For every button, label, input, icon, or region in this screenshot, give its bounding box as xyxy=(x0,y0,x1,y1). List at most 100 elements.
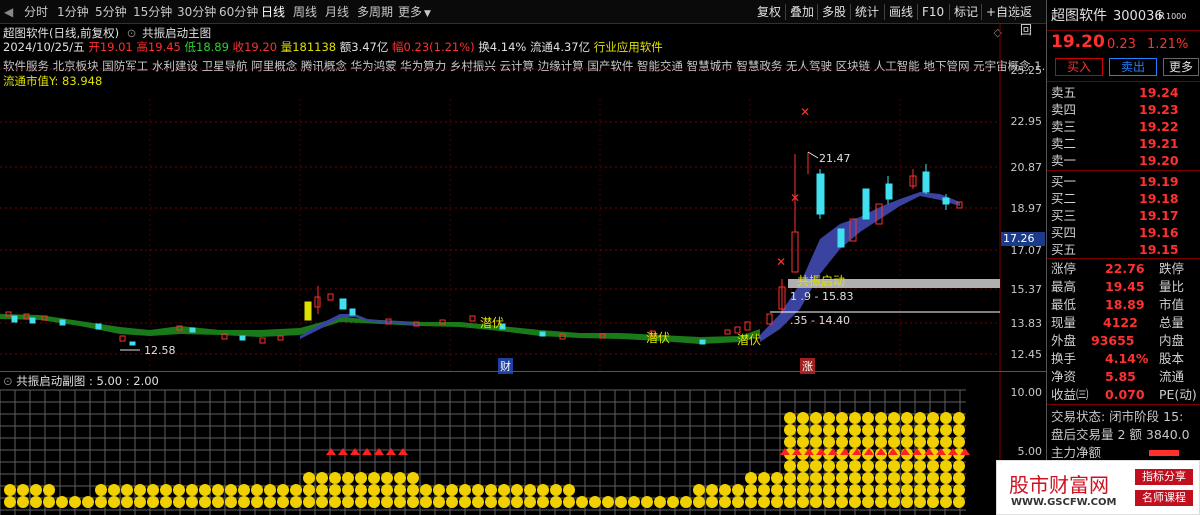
more-dropdown-icon[interactable]: ▼ xyxy=(424,6,431,22)
stat-row-label: 最低 xyxy=(1051,297,1077,312)
ask-row[interactable]: 卖三 19.22 xyxy=(1051,118,1197,135)
stat-row-label2: 总量 xyxy=(1159,315,1185,330)
price-axis-label: 20.87 xyxy=(1010,161,1043,174)
multi-stock-button[interactable]: 多股 xyxy=(819,3,849,21)
stat-row-label: 收益㈢ xyxy=(1051,387,1089,402)
stat-row-label2: 内盘 xyxy=(1159,333,1185,348)
ask-row[interactable]: 卖四 19.23 xyxy=(1051,101,1197,118)
overlay-button[interactable]: 叠加 xyxy=(787,3,817,21)
stat-row[interactable]: 现量 4122 总量 xyxy=(1051,314,1197,331)
stat-row[interactable]: 换手 4.14% 股本 xyxy=(1051,350,1197,367)
sell-button[interactable]: 卖出 xyxy=(1109,58,1157,76)
period-tab-monthly[interactable]: 月线 xyxy=(325,4,349,20)
stat-row-label: 最高 xyxy=(1051,279,1077,294)
watermark-tag: 名师课程 xyxy=(1135,490,1193,506)
low-mark-label: 12.58 xyxy=(144,344,176,357)
price-axis-label: 13.83 xyxy=(1010,317,1043,330)
more-button[interactable]: 更多 xyxy=(1163,58,1199,76)
stat-row-label: 外盘 xyxy=(1051,333,1077,348)
watermark-tag: 指标分享 xyxy=(1135,469,1193,485)
lurk-label: 潜伏 xyxy=(480,316,505,330)
period-tab-30min[interactable]: 30分钟 xyxy=(177,4,216,20)
stat-row-label2: 股本 xyxy=(1159,351,1185,366)
range1-label: 1 .9 - 15.83 xyxy=(790,290,854,303)
bid-row[interactable]: 买二 19.18 xyxy=(1051,190,1197,207)
stat-row-label2: 流通 xyxy=(1159,369,1185,384)
stat-row-price: 19.45 xyxy=(1105,279,1145,294)
main-net-bar xyxy=(1149,450,1179,456)
margin-badge: R xyxy=(1158,11,1165,22)
watermark-ad: 股市财富网 WWW.GSCFW.COM 指标分享 名师课程 xyxy=(996,460,1200,515)
margin-badge-num: 1000 xyxy=(1166,12,1187,21)
stat-row-label: 现量 xyxy=(1051,315,1077,330)
stat-row[interactable]: 涨停 22.76 跌停 xyxy=(1051,260,1197,277)
ask-row-price: 19.22 xyxy=(1139,119,1179,134)
main-kline-chart[interactable]: 超图软件(日线,前复权) ⊙ 共振启动主图 ◇ ⁝ 2024/10/25/五 开… xyxy=(0,24,1053,374)
period-tab-weekly[interactable]: 周线 xyxy=(293,4,317,20)
ask-row[interactable]: 卖五 19.24 xyxy=(1051,84,1197,101)
bid-row-label: 买五 xyxy=(1051,242,1077,257)
lurk-label: 潜伏 xyxy=(646,331,671,345)
draw-line-button[interactable]: 画线 xyxy=(886,3,916,21)
price-change: 0.23 xyxy=(1107,37,1136,52)
ask-row-price: 19.21 xyxy=(1139,136,1179,151)
period-tab-fenshi[interactable]: 分时 xyxy=(24,4,48,20)
stat-row-price: 5.85 xyxy=(1105,369,1136,384)
f10-button[interactable]: F10 xyxy=(919,3,947,21)
period-tab-1min[interactable]: 1分钟 xyxy=(57,4,89,20)
ask-row[interactable]: 卖二 19.21 xyxy=(1051,135,1197,152)
period-tab-5min[interactable]: 5分钟 xyxy=(95,4,127,20)
ask-row-label: 卖一 xyxy=(1051,153,1077,168)
period-tab-more[interactable]: 更多 xyxy=(398,4,422,20)
stat-row[interactable]: 收益㈢ 0.070 PE(动) xyxy=(1051,386,1197,403)
stat-row-label2: 量比 xyxy=(1159,279,1185,294)
bid-row-label: 买一 xyxy=(1051,174,1077,189)
period-tab-15min[interactable]: 15分钟 xyxy=(133,4,172,20)
fuquan-button[interactable]: 复权 xyxy=(754,3,784,21)
quote-panel: 超图软件 300036 R 1000 19.20 0.23 1.21% 买入 卖… xyxy=(1046,0,1200,515)
dot-grid-svg xyxy=(0,372,1001,515)
stat-row-label: 涨停 xyxy=(1051,261,1077,276)
stats-button[interactable]: 统计 xyxy=(852,3,882,21)
bid-row[interactable]: 买一 19.19 xyxy=(1051,173,1197,190)
stat-row[interactable]: 净资 5.85 流通 xyxy=(1051,368,1197,385)
up-arrow-icon: ✕ xyxy=(800,105,810,119)
bid-row-price: 19.17 xyxy=(1139,208,1179,223)
stock-code: 300036 xyxy=(1113,9,1163,24)
period-tab-multi[interactable]: 多周期 xyxy=(357,4,393,20)
price-axis-label: 22.95 xyxy=(1010,115,1043,128)
ask-row[interactable]: 卖一 19.20 xyxy=(1051,152,1197,169)
ask-row-price: 19.20 xyxy=(1139,153,1179,168)
sub-indicator-chart[interactable]: ⊙ 共振启动副图 : 5.00 : 2.00 10.00 5.00 xyxy=(0,371,1046,515)
mark-button[interactable]: 标记 xyxy=(951,3,981,21)
ask-row-label: 卖五 xyxy=(1051,85,1077,100)
stat-row-label2: 市值 xyxy=(1159,297,1185,312)
up-arrow-icon: ✕ xyxy=(776,255,786,269)
stat-row-price: 18.89 xyxy=(1105,297,1145,312)
stat-row[interactable]: 外盘 93655 内盘 xyxy=(1051,332,1197,349)
sub-axis-label: 10.00 xyxy=(1010,386,1043,399)
price-axis-label: 15.37 xyxy=(1010,283,1043,296)
stat-row-label2: 跌停 xyxy=(1159,261,1185,276)
stat-row[interactable]: 最低 18.89 市值 xyxy=(1051,296,1197,313)
buy-button[interactable]: 买入 xyxy=(1055,58,1103,76)
period-tab-60min[interactable]: 60分钟 xyxy=(219,4,258,20)
trade-status: 交易状态: 闭市阶段 15: xyxy=(1051,409,1184,424)
stat-row-price: 22.76 xyxy=(1105,261,1145,276)
stat-row-label: 换手 xyxy=(1051,351,1077,366)
bid-row[interactable]: 买三 19.17 xyxy=(1051,207,1197,224)
back-button[interactable]: 返回 xyxy=(1017,3,1046,37)
price-axis-label: 18.97 xyxy=(1010,202,1043,215)
stat-row-label2: PE(动) xyxy=(1159,387,1197,402)
up-arrow-icon: ✕ xyxy=(790,191,800,205)
toolbar-menu-icon[interactable]: ◀ xyxy=(4,4,13,20)
bid-row-price: 19.19 xyxy=(1139,174,1179,189)
bid-row[interactable]: 买五 19.15 xyxy=(1051,241,1197,258)
lurk-label: 潜伏 xyxy=(737,333,762,347)
stat-row[interactable]: 最高 19.45 量比 xyxy=(1051,278,1197,295)
bid-row-price: 19.15 xyxy=(1139,242,1179,257)
stat-row-price: 4122 xyxy=(1103,315,1138,330)
bid-row[interactable]: 买四 19.16 xyxy=(1051,224,1197,241)
bid-row-label: 买二 xyxy=(1051,191,1077,206)
period-tab-daily[interactable]: 日线 xyxy=(261,4,285,20)
